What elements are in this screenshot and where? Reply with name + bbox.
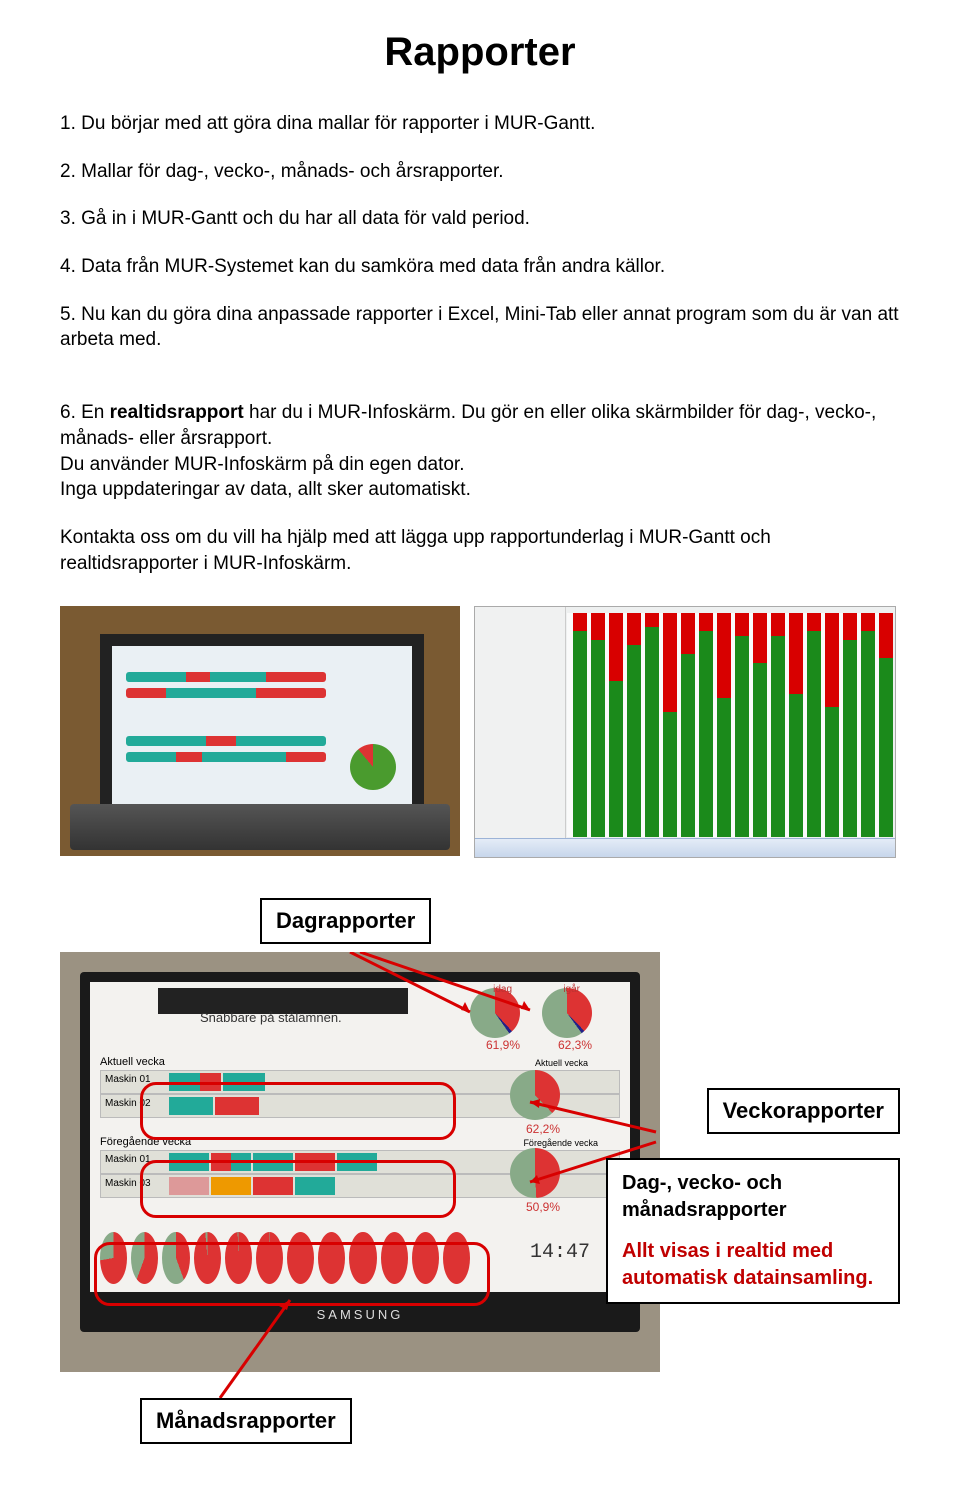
list-item: 3. Gå in i MUR-Gantt och du har all data… [60,206,900,232]
aktuell-right-label: Aktuell vecka [535,1058,588,1068]
page-title: Rapporter [60,30,900,75]
red-oval-foregaende [140,1160,456,1218]
pie-igar [542,988,592,1038]
laptop-screen [100,634,424,818]
laptop-keyboard [70,804,450,850]
idag-label: idag [493,984,512,995]
item6-pre: 6. En [60,402,110,423]
aktuell-pct: 62,2% [526,1122,560,1136]
foregaende-pct: 50,9% [526,1200,560,1214]
igar-label: igår [563,984,580,995]
list-item: 4. Data från MUR-Systemet kan du samköra… [60,254,900,280]
igar-pct: 62,3% [558,1038,592,1052]
image-row [60,606,900,858]
dvm-redline: Allt visas i realtid med automatisk data… [622,1238,884,1292]
list-item: 1. Du börjar med att göra dina mallar fö… [60,111,900,137]
dagrapporter-callout: Dagrapporter [260,898,431,944]
contact-text: Kontakta oss om du vill ha hjälp med att… [60,525,900,576]
clock: 14:47 [530,1241,590,1264]
pie-aktuell [510,1070,560,1120]
veckorapporter-callout: Veckorapporter [707,1088,900,1134]
list-item: 5. Nu kan du göra dina anpassade rapport… [60,302,900,353]
item6-bold: realtidsrapport [110,402,244,423]
pie-icon [350,744,396,790]
chart-sidebar [475,607,566,857]
laptop-photo [60,606,460,856]
taskbar [475,838,895,857]
pie-idag [470,988,520,1038]
list-item: 2. Mallar för dag-, vecko-, månads- och … [60,159,900,185]
dvm-callout: Dag-, vecko- och månadsrapporter Allt vi… [606,1158,900,1304]
red-arrow-man [180,1290,380,1410]
red-oval-aktuell [140,1082,456,1140]
foregaende-right-label: Föregående vecka [523,1138,598,1148]
pie-foregaende [510,1148,560,1198]
maskin01-label: Maskin 01 [105,1074,151,1085]
list-item-6: 6. En realtidsrapport har du i MUR-Infos… [60,375,900,503]
idag-pct: 61,9% [486,1038,520,1052]
aktuell-label: Aktuell vecka [100,1056,165,1068]
header-text: Snabbare på stålämnen. [200,1010,342,1025]
chart-window [474,606,896,858]
chart-area [567,613,891,837]
lower-figure: Dagrapporter Snabbare på stålämnen. idag… [60,898,900,1458]
dvm-line1: Dag-, vecko- och månadsrapporter [622,1170,884,1224]
manadsrapporter-callout: Månadsrapporter [140,1398,352,1444]
